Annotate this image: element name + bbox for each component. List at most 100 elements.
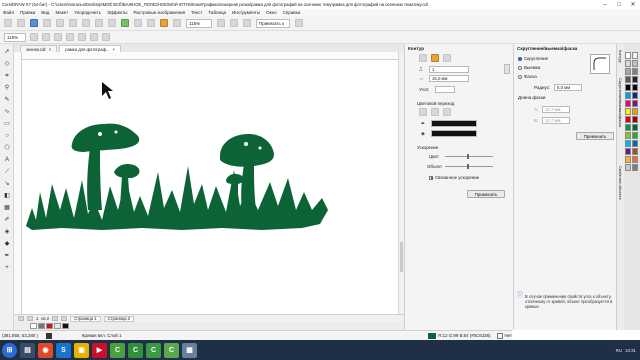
menu-tools[interactable]: Инструменты <box>229 10 263 15</box>
palette-swatch[interactable] <box>632 92 638 99</box>
offset-field[interactable]: 15,0 мм <box>429 75 469 82</box>
explorer-icon[interactable]: ▤ <box>20 342 35 358</box>
counterclockwise-color-icon[interactable] <box>443 108 451 116</box>
swatch-light[interactable] <box>54 323 61 329</box>
zoom-select[interactable]: 115% <box>186 18 212 28</box>
doc-tab-icon-file[interactable]: значок.cdr × <box>20 45 58 52</box>
palette-swatch[interactable] <box>632 132 638 139</box>
inside-contour-icon[interactable] <box>431 54 439 62</box>
palette-swatch[interactable] <box>625 100 631 107</box>
menu-window[interactable]: Окно <box>263 10 279 15</box>
b-field[interactable]: 12,7 мм <box>542 117 570 124</box>
docker-tab-properties[interactable]: Свойства объекта <box>618 166 623 200</box>
linear-color-icon[interactable] <box>419 108 427 116</box>
menu-table[interactable]: Таблица <box>205 10 229 15</box>
publish-pdf-icon[interactable] <box>160 19 168 27</box>
menu-bitmaps[interactable]: Растровые изображения <box>130 10 188 15</box>
palette-swatch[interactable] <box>625 156 631 163</box>
drawing-canvas[interactable] <box>22 60 398 314</box>
menu-layout[interactable]: Макет <box>52 10 71 15</box>
palette-swatch[interactable] <box>625 52 631 59</box>
save-icon[interactable] <box>30 19 38 27</box>
drop-shadow-icon[interactable]: ◧ <box>3 192 11 200</box>
steps-field[interactable]: 1 <box>429 66 469 73</box>
parallel-dimension-icon[interactable]: ⟋ <box>3 168 11 176</box>
polygon-tool-icon[interactable]: ⬠ <box>3 144 11 152</box>
print-icon[interactable] <box>43 19 51 27</box>
linked-accel-checkbox[interactable]: Связанное ускорение <box>429 175 479 180</box>
palette-swatch[interactable] <box>625 92 631 99</box>
smart-fill-icon[interactable]: ◆ <box>3 240 11 248</box>
zoom-tool-icon[interactable]: ⚲ <box>3 84 11 92</box>
maximize-button[interactable]: □ <box>612 0 626 9</box>
color-accel-slider[interactable] <box>445 156 493 157</box>
zoom-selected-icon[interactable] <box>54 33 62 41</box>
color-accel-thumb[interactable] <box>467 154 469 159</box>
play-icon[interactable] <box>46 332 52 339</box>
start-button-icon[interactable]: ⊞ <box>2 342 17 358</box>
corel-photo-icon[interactable]: C <box>164 342 179 358</box>
coreldraw-icon[interactable]: C <box>128 342 143 358</box>
artistic-media-icon[interactable]: ∿ <box>3 108 11 116</box>
swatch-white[interactable] <box>30 323 37 329</box>
browser-icon[interactable]: ◉ <box>38 342 53 358</box>
crop-tool-icon[interactable]: ⌗ <box>3 72 11 80</box>
zoom-all-icon[interactable] <box>66 33 74 41</box>
copy-icon[interactable] <box>69 19 77 27</box>
palette-swatch[interactable] <box>625 132 631 139</box>
shape-tool-icon[interactable]: ◇ <box>3 60 11 68</box>
doc-tab-frame-file[interactable]: рамка для фотограф... × <box>59 45 121 52</box>
scrollbar-thumb[interactable] <box>400 242 403 272</box>
a-field[interactable]: 12,7 мм <box>542 106 570 113</box>
palette-swatch[interactable] <box>632 116 638 123</box>
menu-text[interactable]: Текст <box>188 10 205 15</box>
palette-swatch[interactable] <box>625 124 631 131</box>
corel-app-icon[interactable]: C <box>146 342 161 358</box>
fill-indicator[interactable]: R:12 G:99 B:54 (#0C6336) Нет <box>428 332 512 339</box>
page-tab-1[interactable]: Страница 1 <box>70 315 101 322</box>
scallop-option[interactable]: Выемка <box>518 65 540 70</box>
menu-view[interactable]: Вид <box>38 10 52 15</box>
language-indicator[interactable]: RU <box>616 348 622 353</box>
close-icon[interactable]: × <box>49 47 51 52</box>
palette-swatch[interactable] <box>625 108 631 115</box>
to-center-icon[interactable] <box>419 54 427 62</box>
palette-swatch[interactable] <box>632 52 638 59</box>
new-icon[interactable] <box>4 19 12 27</box>
snap-to-select[interactable]: Привязать к <box>256 18 290 28</box>
freehand-tool-icon[interactable]: ✎ <box>3 96 11 104</box>
palette-swatch[interactable] <box>632 140 638 147</box>
eyedropper-icon[interactable]: ✐ <box>3 216 11 224</box>
interactive-fill-icon[interactable]: ◈ <box>3 228 11 236</box>
menu-file[interactable]: Файл <box>0 10 17 15</box>
grid-icon[interactable] <box>243 19 251 27</box>
clock[interactable]: 10:31 <box>625 348 636 353</box>
full-screen-icon[interactable] <box>217 19 225 27</box>
fillet-option[interactable]: Скругление <box>518 56 548 61</box>
panel-lock-icon[interactable] <box>504 64 510 74</box>
close-button[interactable]: ✕ <box>626 0 640 9</box>
media-icon[interactable]: ▶ <box>92 342 107 358</box>
palette-swatch[interactable] <box>625 76 631 83</box>
object-accel-slider[interactable] <box>445 166 493 167</box>
minimize-button[interactable]: – <box>598 0 612 9</box>
mushroom-artwork[interactable] <box>22 60 398 314</box>
palette-swatch[interactable] <box>625 60 631 67</box>
contour-apply-button[interactable]: Применить <box>467 190 505 198</box>
palette-swatch[interactable] <box>625 140 631 147</box>
swatch-black[interactable] <box>62 323 69 329</box>
chamfer-option[interactable]: Фаска <box>518 74 537 79</box>
horizontal-ruler[interactable] <box>22 52 398 60</box>
ellipse-tool-icon[interactable]: ○ <box>3 132 11 140</box>
app-icon[interactable]: ▦ <box>182 342 197 358</box>
transparency-icon[interactable]: ▦ <box>3 204 11 212</box>
pick-tool-icon[interactable]: ➚ <box>3 48 11 56</box>
outline-pen-icon[interactable]: ✒ <box>3 252 11 260</box>
palette-swatch[interactable] <box>632 84 638 91</box>
add-tool-icon[interactable]: + <box>3 264 11 272</box>
zoom-level-select[interactable]: 115% <box>4 32 26 42</box>
palette-swatch[interactable] <box>632 60 638 67</box>
swatch-red[interactable] <box>46 323 53 329</box>
palette-swatch[interactable] <box>632 100 638 107</box>
redo-icon[interactable] <box>108 19 116 27</box>
